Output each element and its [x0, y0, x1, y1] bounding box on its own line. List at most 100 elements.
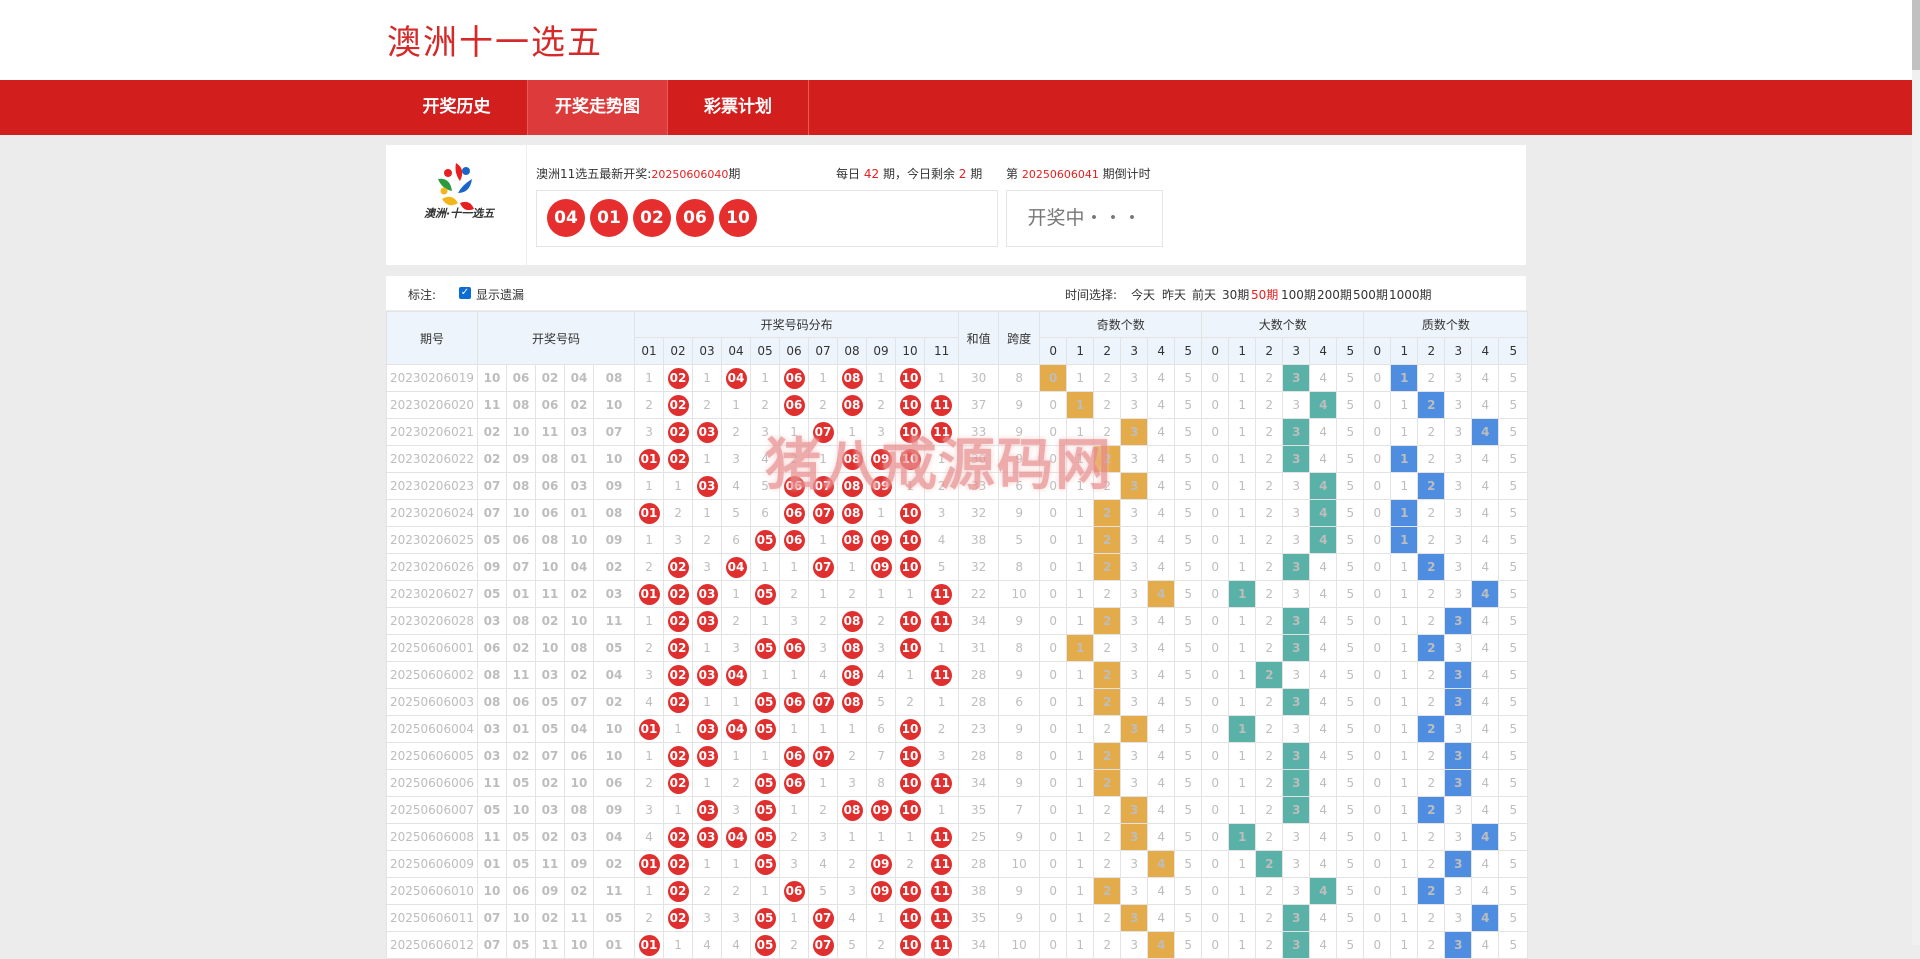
draw-number-cell: 11	[592, 877, 636, 905]
dist-cell: 2	[837, 580, 868, 608]
span-cell: 8	[998, 364, 1041, 392]
dist-cell: 1	[895, 661, 926, 689]
prime-count-cell: 3	[1444, 364, 1473, 392]
dist-cell: 04	[721, 661, 752, 689]
nav-item-trend[interactable]: 开奖走势图	[528, 80, 667, 135]
prime-count-cell: 1	[1390, 661, 1419, 689]
dist-col-header: 09	[866, 337, 897, 365]
dist-cell: 1	[779, 553, 810, 581]
draw-number-cell: 02	[564, 580, 594, 608]
big-count-cell: 1	[1228, 607, 1257, 635]
dist-cell: 03	[692, 742, 723, 770]
time-option-day-before[interactable]: 前天	[1192, 286, 1216, 303]
dist-cell: 3	[866, 634, 897, 662]
big-count-cell: 5	[1336, 364, 1365, 392]
prime-count-cell: 3	[1444, 418, 1473, 446]
time-option-today[interactable]: 今天	[1131, 286, 1155, 303]
show-missing-checkbox[interactable]: ✓	[459, 287, 471, 299]
draw-number-cell: 02	[592, 688, 636, 716]
period-cell: 20250606012	[386, 931, 478, 959]
dist-cell: 1	[808, 580, 839, 608]
dist-cell: 4	[866, 661, 897, 689]
odd-count-cell: 3	[1120, 850, 1149, 878]
big-count-cell: 4	[1309, 364, 1338, 392]
time-option-yesterday[interactable]: 昨天	[1162, 286, 1186, 303]
prime-count-cell: 5	[1498, 580, 1529, 608]
hit-ball: 03	[696, 421, 718, 443]
draw-number-cell: 06	[506, 526, 536, 554]
big-count-cell: 3	[1282, 526, 1311, 554]
prime-count-cell: 0	[1363, 796, 1392, 824]
time-option-1000[interactable]: 1000期	[1389, 286, 1432, 303]
time-option-200[interactable]: 200期	[1317, 286, 1352, 303]
big-count-cell: 2	[1255, 742, 1284, 770]
prime-count-cell: 2	[1417, 499, 1446, 527]
dist-cell: 1	[924, 688, 960, 716]
span-cell: 10	[998, 850, 1041, 878]
hit-ball: 02	[667, 907, 689, 929]
prime-count-cell: 3	[1444, 391, 1473, 419]
draw-number-cell: 11	[535, 580, 565, 608]
sum-cell: 31	[958, 634, 1000, 662]
sum-cell: 34	[958, 769, 1000, 797]
big-count-cell: 5	[1336, 877, 1365, 905]
dist-cell: 02	[663, 607, 694, 635]
prime-count-cell: 2	[1417, 769, 1446, 797]
odd-count-cell: 1	[1066, 607, 1095, 635]
draw-number-cell: 06	[535, 472, 565, 500]
big-count-cell: 4	[1309, 445, 1338, 473]
prime-col-header: 5	[1498, 337, 1529, 365]
dist-col-header: 02	[663, 337, 694, 365]
prime-count-cell: 2	[1417, 688, 1446, 716]
big-count-cell: 4	[1309, 526, 1338, 554]
daily-count: 42	[863, 167, 880, 181]
time-option-100[interactable]: 100期	[1281, 286, 1316, 303]
odd-count-cell: 2	[1093, 391, 1122, 419]
scrollbar[interactable]	[1912, 0, 1920, 945]
odd-count-cell: 4	[1147, 364, 1176, 392]
span-cell: 9	[998, 391, 1041, 419]
trend-table: 期号 开奖号码 开奖号码分布 和值 跨度 奇数个数 大数个数 质数个数 01 02…	[386, 311, 1529, 959]
nav-item-history[interactable]: 开奖历史	[386, 80, 527, 135]
odd-count-cell: 2	[1093, 715, 1122, 743]
hit-ball: 06	[783, 367, 805, 389]
odd-count-cell: 5	[1174, 445, 1203, 473]
hit-ball: 02	[667, 556, 689, 578]
dist-cell: 10	[895, 931, 926, 959]
draw-number-cell: 09	[592, 526, 636, 554]
dist-cell: 10	[895, 391, 926, 419]
nav-item-plan[interactable]: 彩票计划	[668, 80, 808, 135]
hit-ball: 05	[754, 583, 776, 605]
big-count-cell: 0	[1201, 823, 1230, 851]
odd-count-cell: 5	[1174, 688, 1203, 716]
dist-cell: 3	[808, 634, 839, 662]
dist-cell: 05	[750, 904, 781, 932]
dist-cell: 1	[837, 823, 868, 851]
show-missing-label[interactable]: 显示遗漏	[476, 286, 524, 303]
odd-col-header: 4	[1147, 337, 1176, 365]
draw-number-cell: 06	[592, 769, 636, 797]
dist-cell: 3	[692, 553, 723, 581]
big-count-cell: 3	[1282, 904, 1311, 932]
draw-number-cell: 03	[477, 742, 507, 770]
prime-count-cell: 4	[1471, 553, 1500, 581]
span-cell: 9	[998, 661, 1041, 689]
prime-count-cell: 3	[1444, 877, 1473, 905]
draw-number-cell: 03	[564, 823, 594, 851]
prime-count-cell: 4	[1471, 418, 1500, 446]
dist-cell: 2	[692, 526, 723, 554]
dist-cell: 3	[779, 607, 810, 635]
draw-number-cell: 04	[592, 823, 636, 851]
big-count-cell: 2	[1255, 364, 1284, 392]
time-option-500[interactable]: 500期	[1353, 286, 1388, 303]
dist-cell: 10	[895, 364, 926, 392]
big-count-cell: 0	[1201, 634, 1230, 662]
table-row: 20250606011 07 10 02 11 05 2 02 3 3 05 1 07 4 1 10 11 35 9…	[386, 904, 1529, 932]
draw-number-cell: 08	[535, 445, 565, 473]
scrollbar-thumb[interactable]	[1912, 0, 1920, 70]
big-count-cell: 5	[1336, 499, 1365, 527]
time-option-30[interactable]: 30期	[1222, 286, 1249, 303]
big-count-cell: 3	[1282, 418, 1311, 446]
time-option-50[interactable]: 50期	[1251, 286, 1278, 303]
draw-number-cell: 07	[477, 904, 507, 932]
